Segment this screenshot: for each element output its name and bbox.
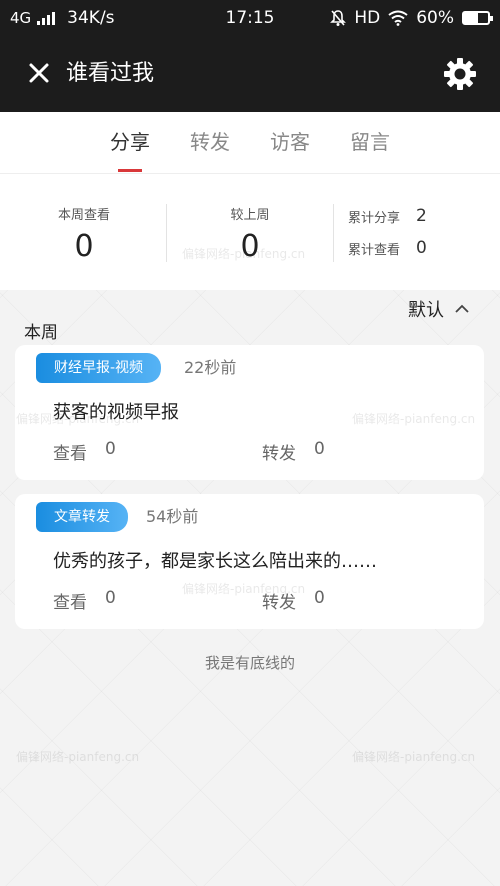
views-value: 0 [105,588,116,608]
category-badge: 财经早报-视频 [36,353,162,383]
forwards-value: 0 [314,439,325,459]
hd-indicator: HD [354,8,381,28]
cumulative-view-value: 0 [416,238,427,258]
battery-icon [462,11,493,25]
share-card[interactable]: 文章转发 54秒前 优秀的孩子，都是家长这么陪出来的…… 查看 0 转发 0 [15,494,484,629]
stats-panel: 本周查看 0 较上周 0 累计分享 2 累计查看 0 [0,174,500,290]
chevron-up-icon [455,304,469,313]
this-week-value: 0 [74,229,94,264]
watermark: 偏锋网络-pianfeng.cn [352,750,476,764]
tab-visitors[interactable]: 访客 [260,112,320,174]
vs-last-week-stat: 较上周 0 [200,204,300,264]
views-label: 查看 [53,444,87,464]
battery-percent: 60% [416,8,454,28]
cumulative-view-row: 累计查看 0 [348,238,427,258]
tab-bar: 分享 转发 访客 留言 [0,112,500,174]
cumulative-share-label: 累计分享 [348,210,401,226]
vs-last-week-value: 0 [240,229,260,264]
tab-messages[interactable]: 留言 [340,112,400,174]
views-stat: 查看 0 [53,439,116,464]
views-label: 查看 [53,593,87,613]
status-right: HD 60% [330,8,493,28]
cumulative-share-value: 2 [416,206,427,226]
navigation-bar: 谁看过我 [0,36,500,112]
tab-share[interactable]: 分享 [100,112,160,174]
page-title: 谁看过我 [66,61,155,86]
sort-dropdown[interactable]: 默认 [408,296,470,322]
card-title: 获客的视频早报 [53,402,179,423]
card-time: 22秒前 [184,358,237,377]
mute-icon [330,10,347,26]
end-of-list-note: 我是有底线的 [204,654,295,672]
forwards-stat: 转发 0 [262,439,325,464]
forwards-label: 转发 [262,593,296,613]
gear-icon[interactable] [442,56,478,92]
wifi-icon [388,10,408,26]
sort-label: 默认 [408,300,444,321]
forwards-stat: 转发 0 [262,588,325,613]
this-week-stat: 本周查看 0 [34,204,134,264]
this-week-label: 本周查看 [57,208,110,223]
active-tab-indicator [118,169,142,172]
vs-last-week-label: 较上周 [230,208,270,223]
close-icon[interactable] [24,58,56,90]
views-value: 0 [105,439,116,459]
cumulative-share-row: 累计分享 2 [348,206,427,226]
share-card[interactable]: 财经早报-视频 22秒前 获客的视频早报 查看 0 转发 0 [15,345,484,480]
forwards-value: 0 [314,588,325,608]
section-title: 本周 [24,323,58,343]
forwards-label: 转发 [262,444,296,464]
divider [333,204,334,262]
card-title: 优秀的孩子，都是家长这么陪出来的…… [53,551,377,572]
divider [166,204,167,262]
tab-forward[interactable]: 转发 [180,112,240,174]
status-bar: 4G 34K/s 17:15 HD 60% [0,0,500,36]
views-stat: 查看 0 [53,588,116,613]
battery-fill [464,13,479,23]
category-badge: 文章转发 [36,502,128,532]
card-time: 54秒前 [146,507,199,526]
cumulative-view-label: 累计查看 [348,242,401,258]
watermark: 偏锋网络-pianfeng.cn [16,750,140,764]
